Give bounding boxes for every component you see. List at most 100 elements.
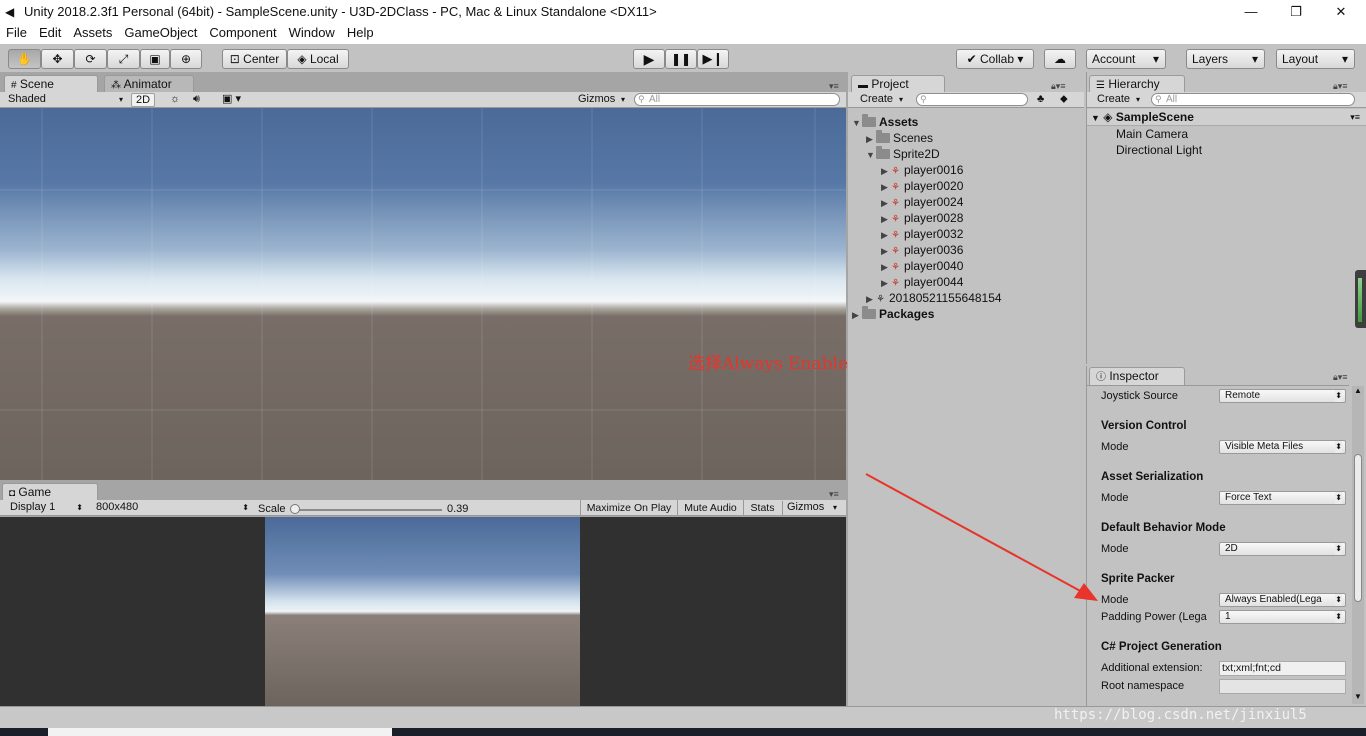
taskbar-search-box[interactable] <box>48 728 392 736</box>
expand-arrow-icon[interactable]: ▼ <box>852 115 862 131</box>
panel-menu-icon[interactable]: ▾≡ <box>829 81 839 92</box>
expand-arrow-icon[interactable]: ▶ <box>866 291 876 307</box>
tab-game[interactable]: ◘ Game <box>2 483 98 501</box>
hand-tool-icon[interactable]: ✋ <box>8 49 41 69</box>
step-button[interactable]: ▶❙ <box>697 49 729 69</box>
lighting-icon[interactable]: ☼ <box>170 93 180 105</box>
resolution-dropdown[interactable]: 800x480 ⬍ <box>92 501 252 515</box>
project-lock-icon[interactable]: 🔒︎▾≡ <box>1051 81 1066 92</box>
expand-arrow-icon[interactable]: ▶ <box>881 179 891 195</box>
expand-arrow-icon[interactable]: ▶ <box>866 131 876 147</box>
vc-mode-dropdown[interactable]: Visible Meta Files ⬍ <box>1219 440 1346 454</box>
hierarchy-create-dropdown[interactable]: Create ▾ <box>1093 93 1143 107</box>
scene-viewport[interactable] <box>0 108 846 480</box>
minimize-button[interactable]: — <box>1240 0 1262 24</box>
scene-search-input[interactable]: ⚲ All <box>634 93 840 106</box>
scrollbar-thumb[interactable] <box>1354 454 1362 602</box>
tree-scenes[interactable]: ▶ Scenes <box>866 130 933 147</box>
layers-dropdown[interactable]: Layers ▾ <box>1186 49 1265 69</box>
pause-button[interactable]: ❚❚ <box>665 49 697 69</box>
tab-animator[interactable]: ⁂ Animator <box>104 75 194 93</box>
sp-padding-dropdown[interactable]: 1 ⬍ <box>1219 610 1346 624</box>
expand-arrow-icon[interactable]: ▼ <box>1091 113 1100 123</box>
game-gizmos-dropdown[interactable]: Gizmos ▾ <box>782 501 840 515</box>
scroll-up-icon[interactable]: ▲ <box>1354 386 1362 395</box>
expand-arrow-icon[interactable]: ▶ <box>881 163 891 179</box>
check-icon: ✔ <box>966 52 980 66</box>
menu-edit[interactable]: Edit <box>33 24 67 42</box>
2d-toggle[interactable]: 2D <box>131 93 155 107</box>
transform-tool-icon[interactable]: ⊕ <box>170 49 202 69</box>
project-search-input[interactable]: ⚲ <box>916 93 1028 106</box>
inspector-lock-icon[interactable]: 🔒︎▾≡ <box>1333 372 1348 383</box>
title-bar: ◀ Unity 2018.2.3f1 Personal (64bit) - Sa… <box>0 0 1366 24</box>
tab-inspector[interactable]: ⓘ Inspector <box>1089 367 1185 385</box>
db-mode-dropdown[interactable]: 2D ⬍ <box>1219 542 1346 556</box>
tab-project[interactable]: ▬ Project <box>851 75 945 93</box>
pivot-center-button[interactable]: ⊡ Center <box>222 49 287 69</box>
rotate-tool-icon[interactable]: ⟳ <box>74 49 107 69</box>
shading-dropdown[interactable]: Shaded ▾ <box>4 93 126 107</box>
expand-arrow-icon[interactable]: ▶ <box>881 275 891 291</box>
scale-slider-handle[interactable] <box>290 504 300 514</box>
gizmos-dropdown[interactable]: Gizmos ▾ <box>574 93 628 107</box>
cs-namespace-label: Root namespace <box>1101 680 1185 692</box>
expand-arrow-icon[interactable]: ▶ <box>881 195 891 211</box>
hierarchy-item-directional-light[interactable]: Directional Light <box>1116 142 1202 158</box>
expand-arrow-icon[interactable]: ▶ <box>881 259 891 275</box>
move-tool-icon[interactable]: ✥ <box>41 49 74 69</box>
scene-menu-icon[interactable]: ▾≡ <box>1350 109 1360 126</box>
stats-button[interactable]: Stats <box>743 500 781 516</box>
effects-icon[interactable]: ▣ ▾ <box>222 92 241 105</box>
play-button[interactable]: ▶ <box>633 49 665 69</box>
expand-arrow-icon[interactable]: ▶ <box>852 307 862 323</box>
scroll-down-icon[interactable]: ▼ <box>1354 692 1362 701</box>
mute-audio-button[interactable]: Mute Audio <box>677 500 743 516</box>
menu-help[interactable]: Help <box>341 24 380 42</box>
tree-sprite2d[interactable]: ▼ Sprite2D <box>866 146 940 163</box>
audio-icon[interactable]: 🔊︎ <box>193 93 200 106</box>
hierarchy-item-main-camera[interactable]: Main Camera <box>1116 126 1188 142</box>
sp-mode-dropdown[interactable]: Always Enabled(Lega ⬍ <box>1219 593 1346 607</box>
expand-arrow-icon[interactable]: ▶ <box>881 211 891 227</box>
expand-arrow-icon[interactable]: ▶ <box>881 243 891 259</box>
cs-extension-input[interactable]: txt;xml;fnt;cd <box>1219 661 1346 676</box>
game-viewport[interactable] <box>0 517 846 706</box>
restore-button[interactable]: ❐ <box>1285 0 1307 24</box>
tab-hierarchy[interactable]: ☰ Hierarchy <box>1089 75 1185 93</box>
display-dropdown[interactable]: Display 1 ⬍ <box>6 501 86 515</box>
maximize-on-play-button[interactable]: Maximize On Play <box>580 500 677 516</box>
menu-component[interactable]: Component <box>203 24 282 42</box>
pivot-local-button[interactable]: ◈ Local <box>287 49 349 69</box>
menu-window[interactable]: Window <box>283 24 341 42</box>
rect-tool-icon[interactable]: ▣ <box>140 49 170 69</box>
collab-dropdown[interactable]: ✔ Collab ▾ <box>956 49 1034 69</box>
account-dropdown[interactable]: Account ▾ <box>1086 49 1166 69</box>
filter-type-icon[interactable]: ♣ <box>1037 93 1044 105</box>
version-control-heading: Version Control <box>1101 420 1187 432</box>
project-create-dropdown[interactable]: Create ▾ <box>856 93 906 107</box>
as-mode-dropdown[interactable]: Force Text ⬍ <box>1219 491 1346 505</box>
expand-arrow-icon[interactable]: ▼ <box>866 147 876 163</box>
layout-dropdown[interactable]: Layout ▾ <box>1276 49 1355 69</box>
hierarchy-scene-row[interactable]: ▼ ◈ SampleScene ▾≡ <box>1087 109 1366 126</box>
scale-tool-icon[interactable]: ⤢ <box>107 49 140 69</box>
filter-label-icon[interactable]: ⬥ <box>1060 93 1068 106</box>
scale-slider[interactable] <box>292 509 442 511</box>
cloud-button[interactable]: ☁ <box>1044 49 1076 69</box>
cs-namespace-input[interactable] <box>1219 679 1346 694</box>
tree-packages[interactable]: ▶ Packages <box>852 306 934 323</box>
menu-gameobject[interactable]: GameObject <box>118 24 203 42</box>
close-button[interactable]: ✕ <box>1330 0 1352 24</box>
menu-assets[interactable]: Assets <box>67 24 118 42</box>
hierarchy-search-input[interactable]: ⚲ All <box>1151 93 1355 106</box>
tab-scene[interactable]: # Scene <box>4 75 98 93</box>
tree-assets[interactable]: ▼ Assets <box>852 114 918 131</box>
inspector-scrollbar[interactable]: ▲ ▼ <box>1352 386 1364 704</box>
joystick-source-dropdown[interactable]: Remote ⬍ <box>1219 389 1346 403</box>
expand-arrow-icon[interactable]: ▶ <box>881 227 891 243</box>
search-icon: ⚲ <box>920 94 927 104</box>
hierarchy-lock-icon[interactable]: 🔒︎▾≡ <box>1333 81 1348 92</box>
game-panel-menu-icon[interactable]: ▾≡ <box>829 489 839 500</box>
menu-file[interactable]: File <box>0 24 33 42</box>
